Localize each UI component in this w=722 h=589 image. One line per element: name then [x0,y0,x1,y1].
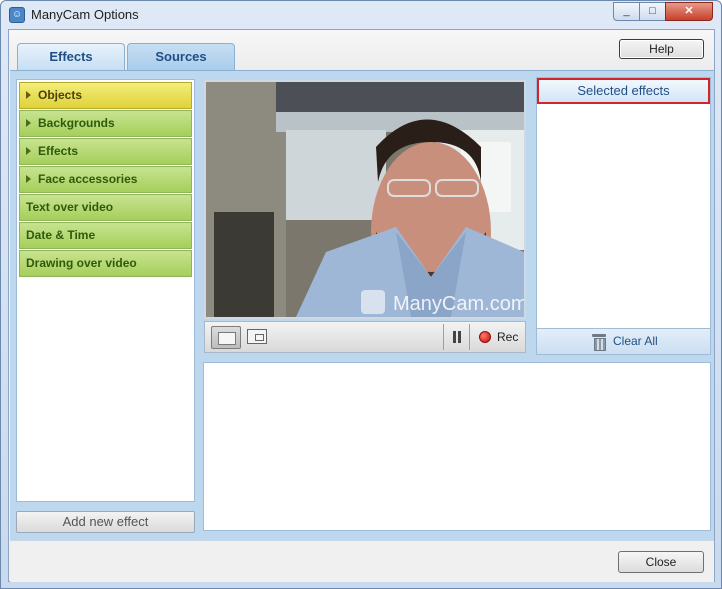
expand-arrow-icon [26,119,31,127]
category-date-time[interactable]: Date & Time [19,222,192,249]
category-label: Objects [38,88,83,102]
tab-sources[interactable]: Sources [127,43,235,70]
window-title: ManyCam Options [31,7,139,22]
record-label[interactable]: Rec [497,330,518,344]
category-backgrounds[interactable]: Backgrounds [19,110,192,137]
minimize-button[interactable]: _ [613,2,640,21]
category-label: Drawing over video [26,256,137,270]
tab-strip: Effects Sources Help [9,30,714,70]
category-effects[interactable]: Effects [19,138,192,165]
expand-arrow-icon [26,175,31,183]
record-icon[interactable] [479,331,491,343]
category-text-over-video[interactable]: Text over video [19,194,192,221]
tab-effects[interactable]: Effects [17,43,125,70]
selected-effects-panel: Selected effects Clear All [536,77,711,355]
manycam-logo-icon [361,290,385,314]
manycam-app-icon: ☺ [9,7,25,23]
pause-icon[interactable] [451,331,463,343]
window-close-button[interactable]: ✕ [665,2,713,21]
webcam-image: ManyCam.com [206,82,524,317]
effects-panel: Objects Backgrounds Effects Face accesso… [10,70,714,540]
trash-icon[interactable] [592,334,606,351]
category-label: Effects [38,144,79,158]
expand-arrow-icon [26,147,31,155]
toolbar-divider [443,324,444,350]
category-drawing-over-video[interactable]: Drawing over video [19,250,192,277]
title-bar[interactable]: ☺ ManyCam Options _ □ ✕ [1,1,721,29]
picture-in-picture-button[interactable] [247,329,267,344]
category-face-accessories[interactable]: Face accessories [19,166,192,193]
fullscreen-view-button[interactable] [211,326,241,349]
video-toolbar: Rec [204,321,526,353]
category-label: Backgrounds [38,116,115,130]
category-objects[interactable]: Objects [19,82,192,109]
client-area: Effects Sources Help Objects Backgrounds… [8,29,715,582]
effect-category-list: Objects Backgrounds Effects Face accesso… [16,79,195,502]
video-preview: ManyCam.com [204,80,526,319]
maximize-button[interactable]: □ [639,2,666,21]
expand-arrow-icon [26,91,31,99]
toolbar-divider [469,324,470,350]
category-label: Date & Time [26,228,96,242]
effect-options-area [203,362,711,531]
clear-all-button[interactable]: Clear All [613,334,658,348]
add-new-effect-button[interactable]: Add new effect [16,511,195,533]
close-button[interactable]: Close [618,551,704,573]
options-window: ☺ ManyCam Options _ □ ✕ Effects Sources … [0,0,722,589]
category-label: Face accessories [38,172,138,186]
clear-all-bar[interactable]: Clear All [537,328,710,354]
selected-effects-header: Selected effects [537,78,710,104]
help-button[interactable]: Help [619,39,704,59]
dialog-footer: Close [10,540,714,582]
manycam-watermark: ManyCam.com [393,293,524,315]
category-label: Text over video [26,200,114,214]
